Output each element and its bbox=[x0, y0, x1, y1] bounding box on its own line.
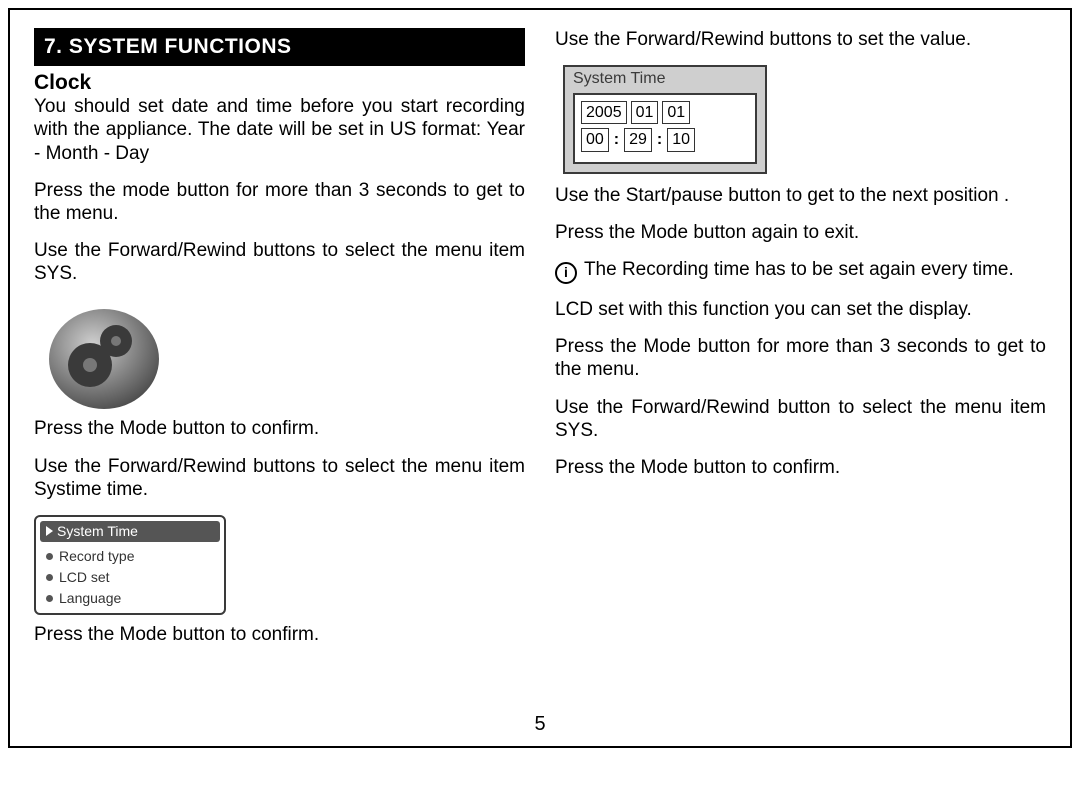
colon: : bbox=[656, 130, 663, 150]
systime-inner: 2005 01 01 00 : 29 : 10 bbox=[573, 93, 757, 164]
second-value: 10 bbox=[667, 128, 695, 152]
paragraph: LCD set with this function you can set t… bbox=[555, 298, 1046, 321]
paragraph: Use the Forward/Rewind buttons to set th… bbox=[555, 28, 1046, 51]
two-column-layout: 7. SYSTEM FUNCTIONS Clock You should set… bbox=[34, 28, 1046, 709]
paragraph: Use the Forward/Rewind buttons to select… bbox=[34, 455, 525, 501]
page-number: 5 bbox=[34, 713, 1046, 736]
systime-title: System Time bbox=[565, 67, 765, 91]
section-header: 7. SYSTEM FUNCTIONS bbox=[34, 28, 525, 66]
paragraph: Press the Mode button to confirm. bbox=[34, 417, 525, 440]
paragraph: Use the Forward/Rewind buttons to select… bbox=[34, 239, 525, 285]
manual-page: 7. SYSTEM FUNCTIONS Clock You should set… bbox=[8, 8, 1072, 748]
menu-item-label: Language bbox=[59, 590, 121, 607]
menu-item-label: Record type bbox=[59, 548, 134, 565]
paragraph: Press the Mode button for more than 3 se… bbox=[555, 335, 1046, 381]
bullet-icon bbox=[46, 595, 53, 602]
paragraph: Use the Forward/Rewind button to select … bbox=[555, 396, 1046, 442]
gears-icon bbox=[44, 299, 164, 409]
paragraph: Press the Mode button to confirm. bbox=[34, 623, 525, 646]
info-paragraph: i The Recording time has to be set again… bbox=[555, 258, 1046, 284]
menu-item: LCD set bbox=[40, 567, 220, 588]
bullet-icon bbox=[46, 574, 53, 581]
time-row: 00 : 29 : 10 bbox=[581, 128, 749, 152]
paragraph: Use the Start/pause button to get to the… bbox=[555, 184, 1046, 207]
paragraph: Press the mode button for more than 3 se… bbox=[34, 179, 525, 225]
year-value: 2005 bbox=[581, 101, 627, 125]
system-time-illustration: System Time 2005 01 01 00 : 29 : 10 bbox=[563, 65, 767, 174]
bullet-icon bbox=[46, 553, 53, 560]
paragraph: Press the Mode button again to exit. bbox=[555, 221, 1046, 244]
right-column: Use the Forward/Rewind buttons to set th… bbox=[555, 28, 1046, 709]
paragraph: Press the Mode button to confirm. bbox=[555, 456, 1046, 479]
info-icon: i bbox=[555, 262, 577, 284]
hour-value: 00 bbox=[581, 128, 609, 152]
day-value: 01 bbox=[662, 101, 690, 125]
menu-selected-item: System Time bbox=[40, 521, 220, 542]
menu-item-label: LCD set bbox=[59, 569, 110, 586]
menu-head-label: System Time bbox=[57, 523, 138, 540]
date-row: 2005 01 01 bbox=[581, 101, 749, 125]
month-value: 01 bbox=[631, 101, 659, 125]
colon: : bbox=[613, 130, 620, 150]
minute-value: 29 bbox=[624, 128, 652, 152]
subheading-clock: Clock bbox=[34, 70, 525, 96]
triangle-icon bbox=[46, 526, 53, 536]
menu-item: Record type bbox=[40, 546, 220, 567]
system-menu-illustration: System Time Record type LCD set Language bbox=[34, 515, 226, 615]
paragraph: You should set date and time before you … bbox=[34, 95, 525, 165]
left-column: 7. SYSTEM FUNCTIONS Clock You should set… bbox=[34, 28, 525, 709]
info-text: The Recording time has to be set again e… bbox=[584, 259, 1014, 280]
menu-item: Language bbox=[40, 588, 220, 609]
